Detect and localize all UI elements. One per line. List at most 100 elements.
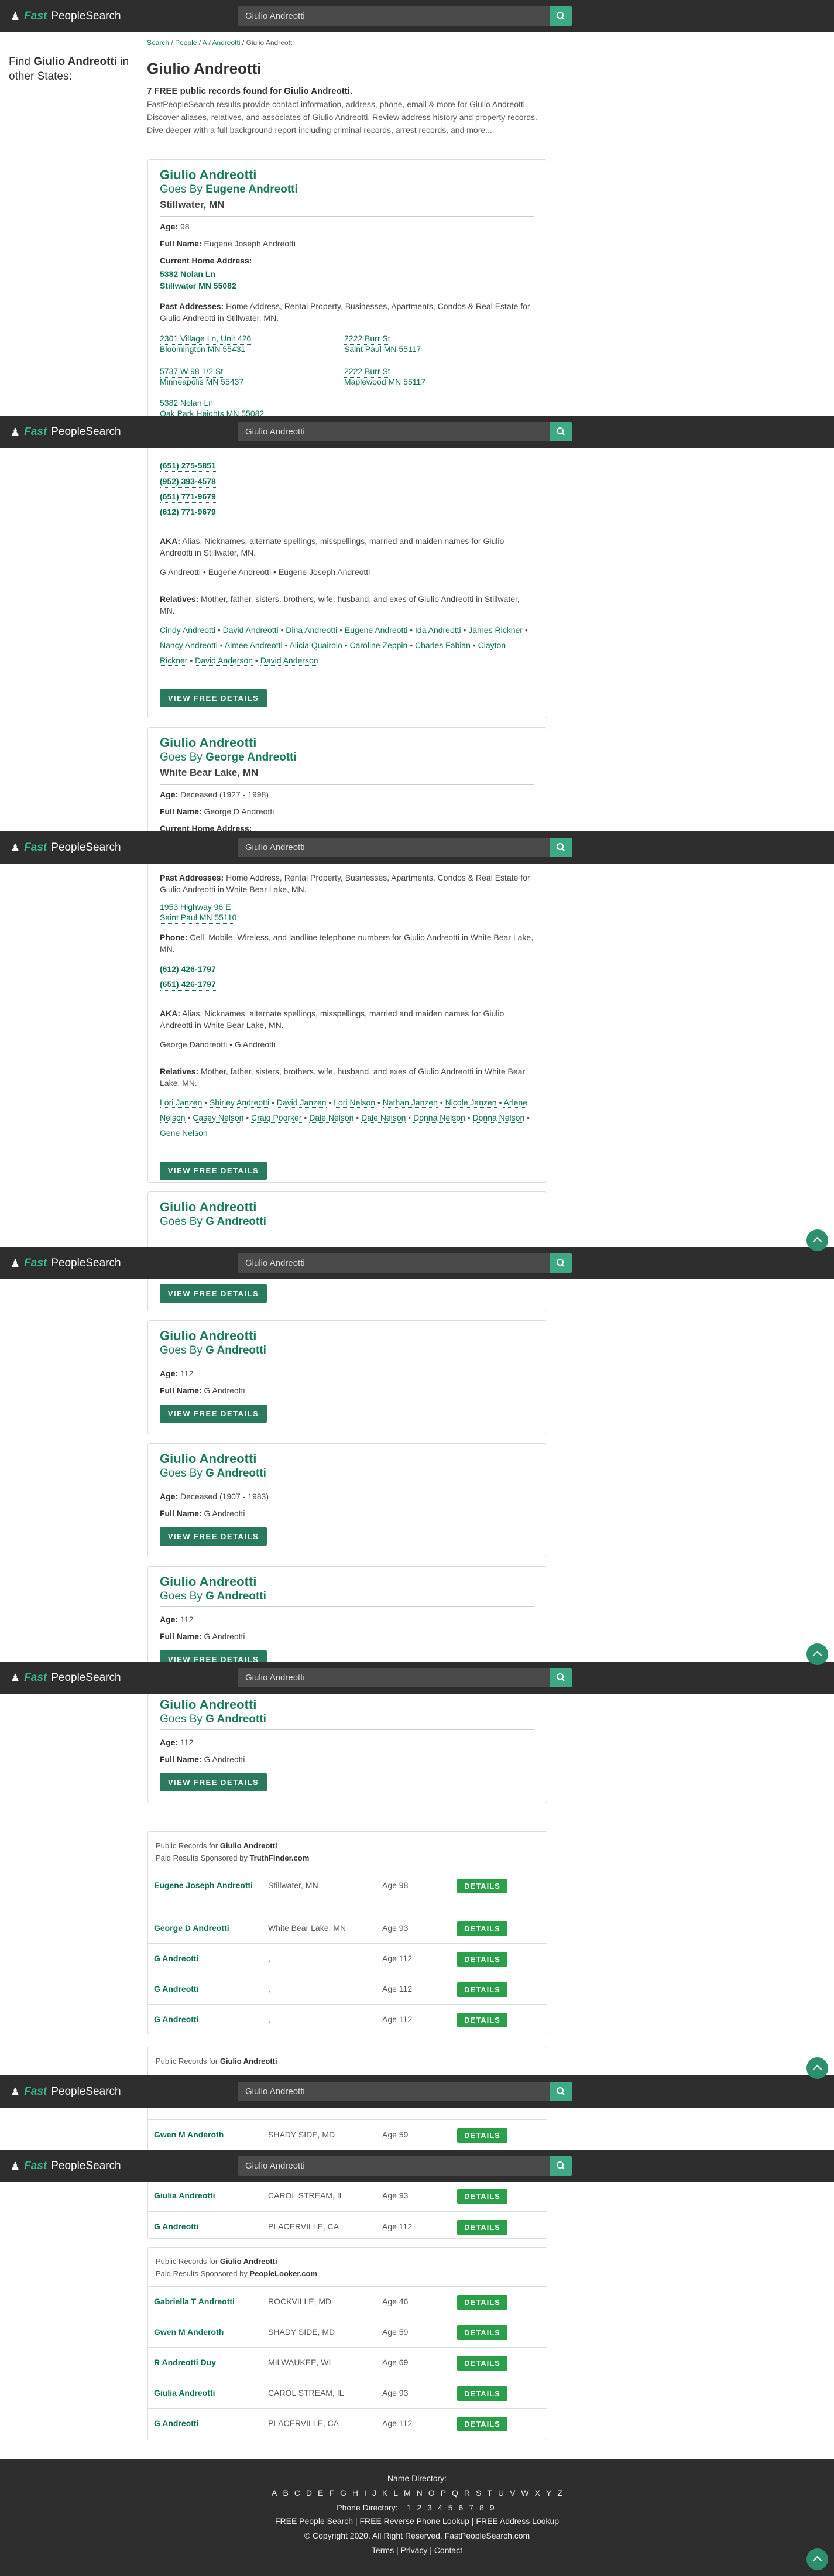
- site-logo[interactable]: ♟ Fast PeopleSearch: [11, 10, 121, 23]
- view-free-details-button[interactable]: VIEW FREE DETAILS: [160, 1284, 267, 1303]
- relative-link[interactable]: James Rickner: [468, 625, 523, 635]
- name-directory-letter[interactable]: B: [283, 2488, 288, 2498]
- search-button[interactable]: [550, 2082, 572, 2101]
- details-button[interactable]: DETAILS: [457, 2417, 507, 2431]
- name-directory-letter[interactable]: Z: [557, 2488, 562, 2498]
- site-logo[interactable]: ♟ Fast PeopleSearch: [11, 1671, 121, 1684]
- details-button[interactable]: DETAILS: [457, 2356, 507, 2371]
- search-input[interactable]: Giulio Andreotti: [238, 422, 572, 441]
- phone-number[interactable]: (651) 426-1797: [160, 979, 216, 991]
- name-directory-letter[interactable]: X: [535, 2488, 540, 2498]
- relative-link[interactable]: David Janzen: [276, 1098, 327, 1108]
- phone-directory-digit[interactable]: 8: [479, 2503, 484, 2512]
- name-directory-letter[interactable]: F: [329, 2488, 334, 2498]
- name-directory-letter[interactable]: Y: [546, 2488, 551, 2498]
- name-directory-letter[interactable]: S: [476, 2488, 481, 2498]
- past-address-line2[interactable]: Minneapolis MN 55437: [160, 376, 244, 388]
- relative-link[interactable]: Eugene Andreotti: [344, 625, 408, 635]
- name-directory-letter[interactable]: W: [521, 2488, 528, 2498]
- past-address-line2[interactable]: Bloomington MN 55431: [160, 344, 246, 355]
- name-directory-letter[interactable]: U: [498, 2488, 504, 2498]
- details-button[interactable]: DETAILS: [457, 1982, 507, 1997]
- name-directory-letter[interactable]: J: [372, 2488, 376, 2498]
- phone-number[interactable]: (651) 275-5851: [160, 460, 216, 472]
- relative-link[interactable]: Dale Nelson: [361, 1113, 406, 1123]
- person-name[interactable]: Giulio Andreotti: [160, 167, 256, 183]
- record-name[interactable]: G Andreotti: [154, 1982, 198, 1996]
- record-name[interactable]: Giulia Andreotti: [154, 2188, 215, 2202]
- relative-link[interactable]: Donna Nelson: [413, 1113, 465, 1123]
- search-button[interactable]: [550, 1253, 572, 1273]
- name-directory-letter[interactable]: H: [352, 2488, 358, 2498]
- search-input[interactable]: Giulio Andreotti: [238, 6, 572, 26]
- name-directory-letter[interactable]: Q: [452, 2488, 458, 2498]
- details-button[interactable]: DETAILS: [457, 1952, 507, 1967]
- breadcrumb-letter[interactable]: A: [203, 39, 207, 47]
- record-name[interactable]: Eugene Joseph Andreotti: [154, 1878, 253, 1892]
- relative-link[interactable]: Casey Nelson: [193, 1113, 244, 1123]
- search-button[interactable]: [550, 2156, 572, 2176]
- relative-link[interactable]: Alicia Quairolo: [289, 640, 342, 650]
- site-logo[interactable]: ♟ Fast PeopleSearch: [11, 2085, 121, 2098]
- record-name[interactable]: Gabriella T Andreotti: [154, 2294, 235, 2308]
- scroll-top-button[interactable]: [806, 2057, 828, 2079]
- search-input[interactable]: Giulio Andreotti: [238, 1668, 572, 1687]
- relative-link[interactable]: Craig Poorker: [251, 1113, 302, 1123]
- record-name[interactable]: Gwen M Anderoth: [154, 2325, 224, 2339]
- phone-number[interactable]: (612) 426-1797: [160, 964, 216, 975]
- search-button[interactable]: [550, 422, 572, 441]
- phone-directory-digit[interactable]: 9: [490, 2503, 495, 2512]
- name-directory-letter[interactable]: V: [510, 2488, 515, 2498]
- details-button[interactable]: DETAILS: [457, 2386, 507, 2401]
- past-address-line1[interactable]: 5737 W 98 1/2 St: [160, 366, 224, 378]
- breadcrumb-people[interactable]: People: [175, 39, 197, 47]
- relative-link[interactable]: Nicole Janzen: [445, 1098, 497, 1108]
- scroll-top-button[interactable]: [806, 1643, 828, 1665]
- site-logo[interactable]: ♟ Fast PeopleSearch: [11, 2160, 121, 2173]
- name-directory-letter[interactable]: G: [340, 2488, 346, 2498]
- details-button[interactable]: DETAILS: [457, 2220, 507, 2235]
- name-directory-letter[interactable]: L: [393, 2488, 398, 2498]
- past-address-line2[interactable]: Maplewood MN 55117: [344, 376, 426, 388]
- breadcrumb-surname[interactable]: Andreotti: [212, 39, 240, 47]
- breadcrumb-search[interactable]: Search: [147, 39, 169, 47]
- past-address-line1[interactable]: 1953 Highway 96 E: [160, 902, 231, 913]
- details-button[interactable]: DETAILS: [457, 2295, 507, 2310]
- name-directory-letter[interactable]: O: [428, 2488, 435, 2498]
- person-name[interactable]: Giulio Andreotti: [160, 1697, 256, 1712]
- past-address-line2[interactable]: Saint Paul MN 55110: [160, 912, 237, 924]
- search-button[interactable]: [550, 838, 572, 857]
- person-name[interactable]: Giulio Andreotti: [160, 1328, 256, 1344]
- phone-directory-digit[interactable]: 2: [417, 2503, 421, 2512]
- phone-directory-digit[interactable]: 7: [469, 2503, 473, 2512]
- scroll-top-button[interactable]: [806, 1229, 828, 1251]
- relative-link[interactable]: David Anderson: [260, 656, 318, 666]
- name-directory-letter[interactable]: R: [464, 2488, 470, 2498]
- free-links[interactable]: FREE People Search | FREE Reverse Phone …: [0, 2516, 834, 2526]
- search-button[interactable]: [550, 6, 572, 26]
- legal-links[interactable]: Terms | Privacy | Contact: [0, 2546, 834, 2555]
- view-free-details-button[interactable]: VIEW FREE DETAILS: [160, 1405, 267, 1423]
- record-name[interactable]: Gwen M Anderoth: [154, 2128, 224, 2142]
- relative-link[interactable]: Dale Nelson: [309, 1113, 354, 1123]
- name-directory-letter[interactable]: D: [306, 2488, 312, 2498]
- relative-link[interactable]: Shirley Andreotti: [210, 1098, 270, 1108]
- scroll-top-button[interactable]: [806, 2548, 828, 2570]
- details-button[interactable]: DETAILS: [457, 1921, 507, 1936]
- person-name[interactable]: Giulio Andreotti: [160, 1200, 256, 1215]
- phone-directory-digit[interactable]: 4: [438, 2503, 442, 2512]
- past-address-line1[interactable]: 2222 Burr St: [344, 333, 390, 345]
- relative-link[interactable]: Donna Nelson: [472, 1113, 525, 1123]
- relative-link[interactable]: Ida Andreotti: [415, 625, 461, 635]
- phone-directory-digit[interactable]: 3: [427, 2503, 432, 2512]
- past-address-line1[interactable]: 5382 Nolan Ln: [160, 398, 214, 409]
- past-address-line2[interactable]: Saint Paul MN 55117: [344, 344, 421, 355]
- view-free-details-button[interactable]: VIEW FREE DETAILS: [160, 1773, 267, 1791]
- details-button[interactable]: DETAILS: [457, 1879, 507, 1893]
- phone-number[interactable]: (952) 393-4578: [160, 476, 216, 488]
- site-logo[interactable]: ♟ Fast PeopleSearch: [11, 426, 121, 439]
- relative-link[interactable]: Lori Nelson: [334, 1098, 376, 1108]
- past-address-line1[interactable]: 2301 Village Ln, Unit 426: [160, 333, 252, 345]
- current-address-line1[interactable]: 5382 Nolan Ln: [160, 269, 215, 280]
- search-input[interactable]: Giulio Andreotti: [238, 2082, 572, 2101]
